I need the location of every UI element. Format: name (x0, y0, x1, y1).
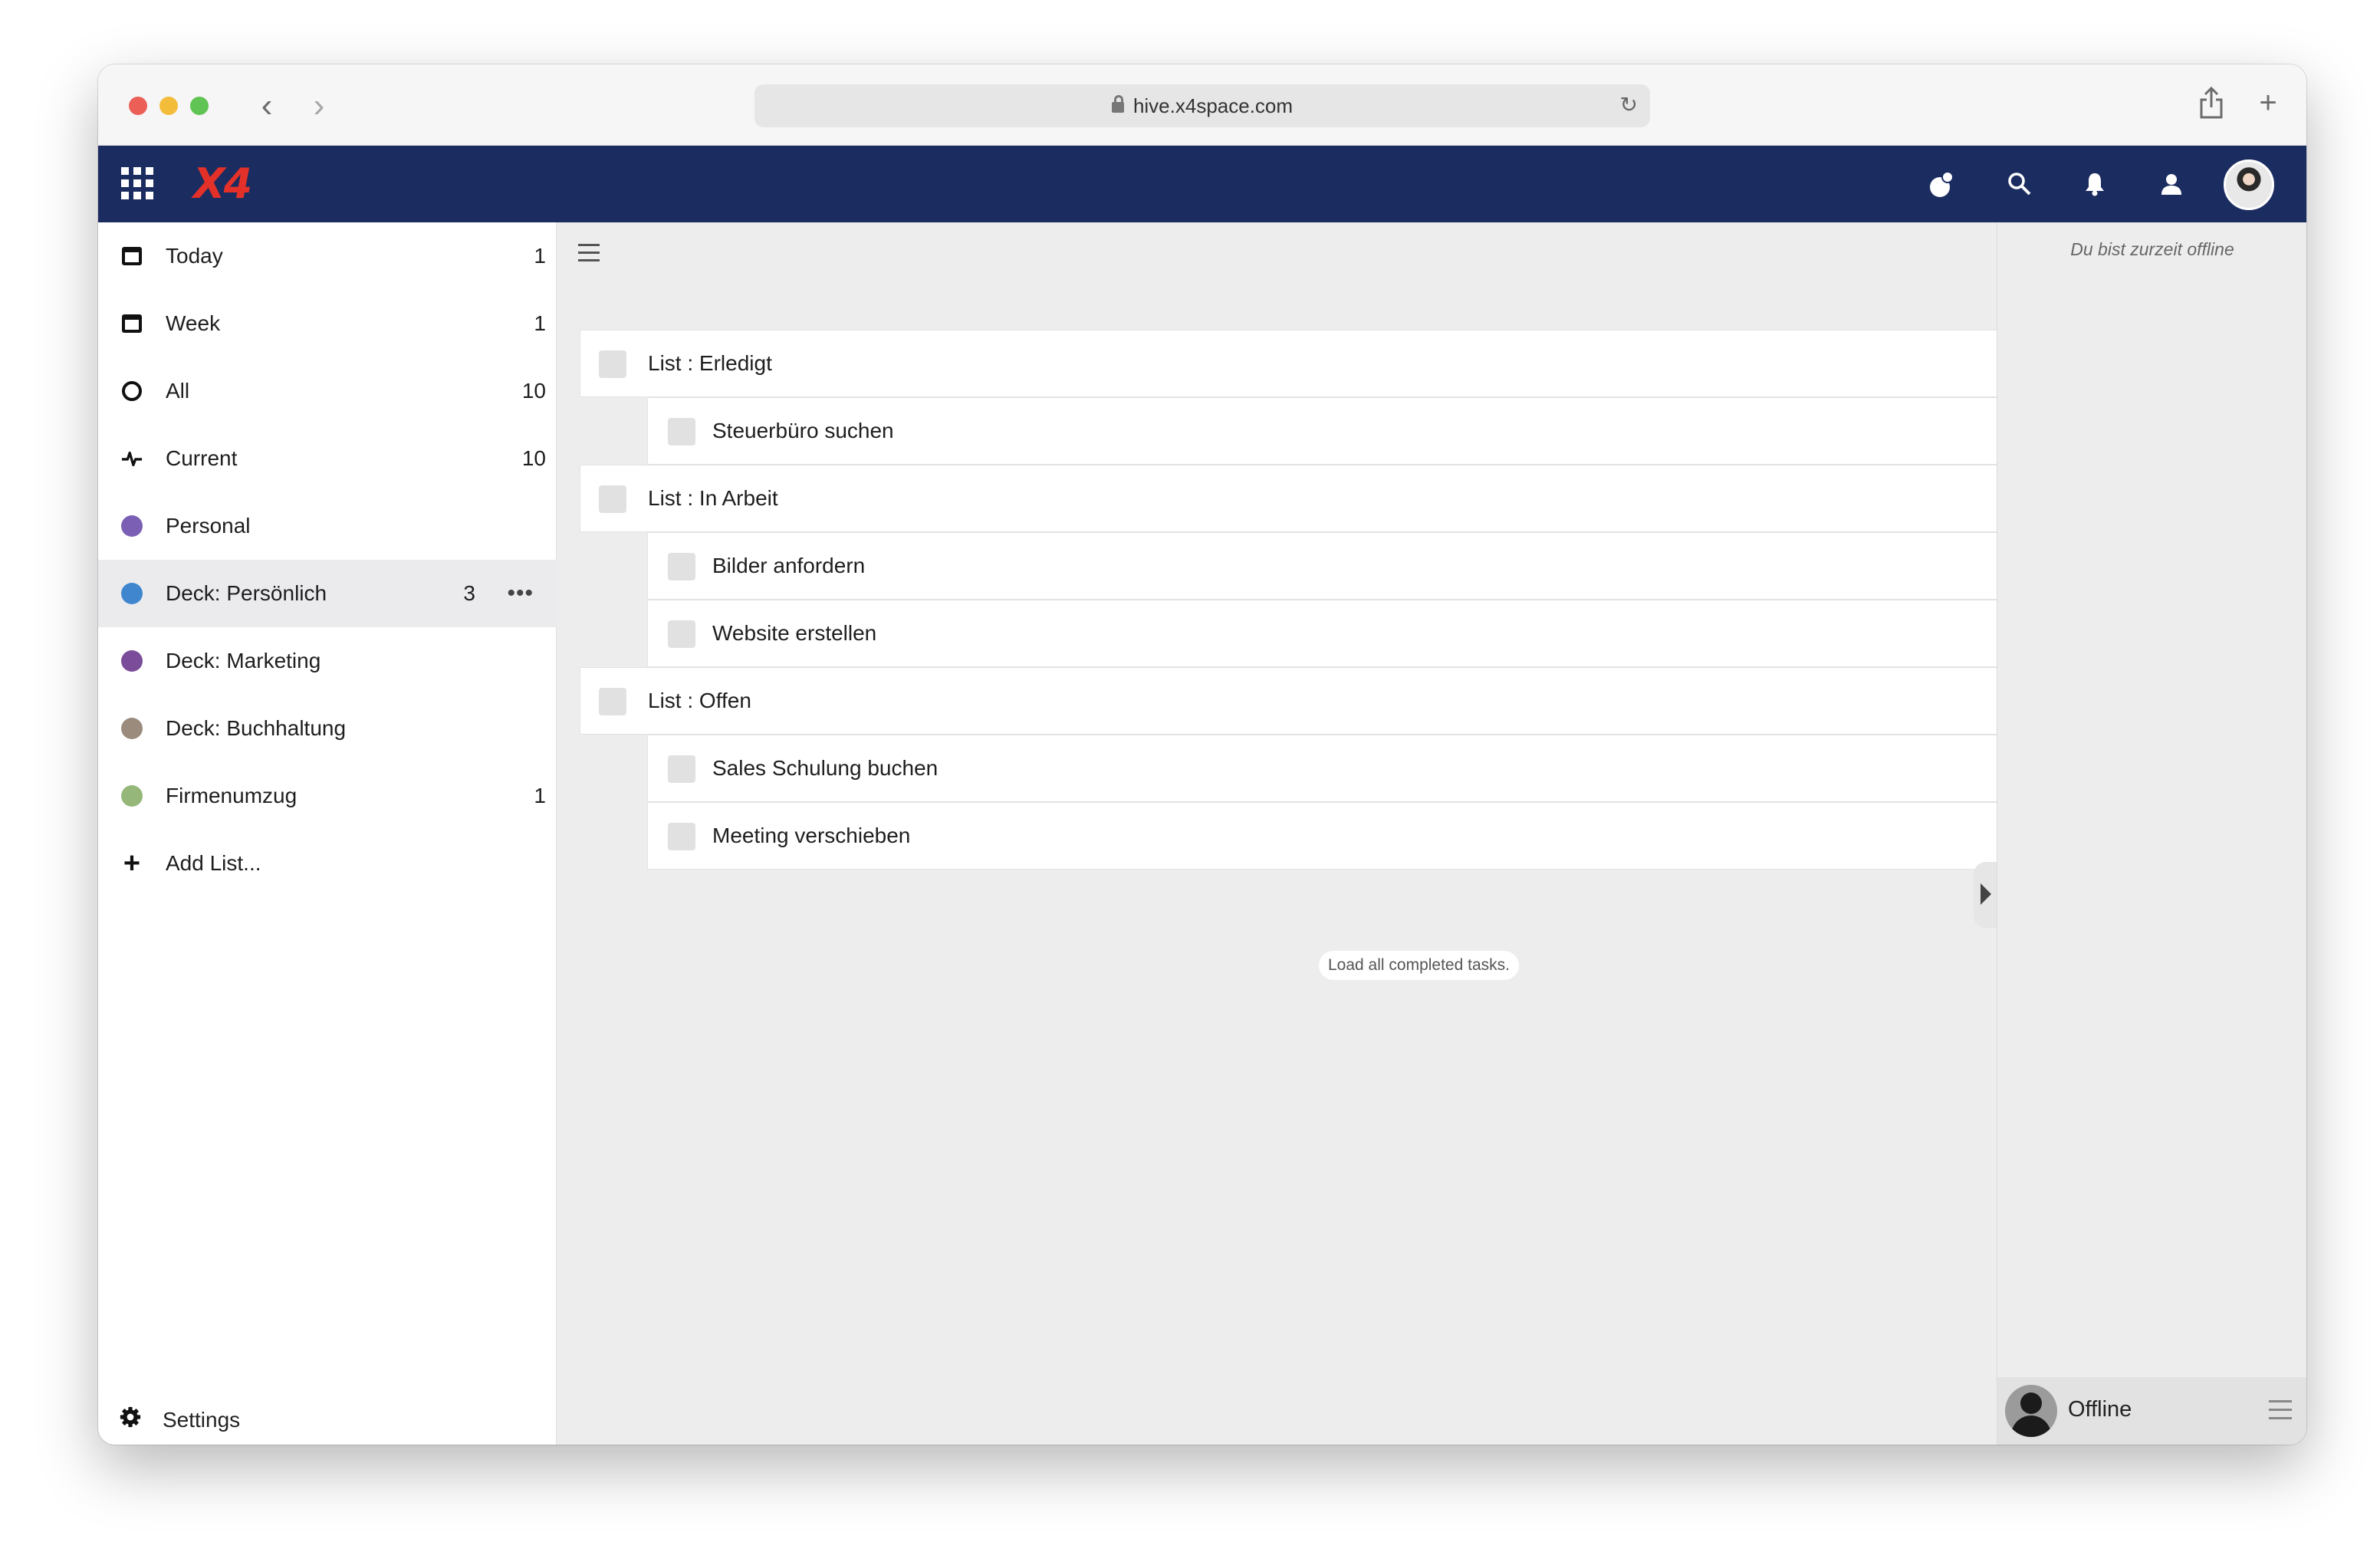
circle-icon (121, 380, 143, 402)
forward-arrow-icon[interactable]: › (304, 86, 334, 126)
calendar-icon (121, 245, 143, 267)
address-bar[interactable]: hive.x4space.com ↻ (754, 84, 1650, 127)
task-title: Steuerbüro suchen (712, 419, 894, 442)
task-row[interactable]: Steuerbüro suchen (647, 397, 1997, 465)
user-status-bar: Offline (1997, 1377, 2306, 1445)
list-header-erledigt[interactable]: List : Erledigt (580, 330, 1997, 397)
sidebar: Today 1 Week 1 All 10 Current 10 Persona… (98, 222, 557, 1445)
color-dot-icon (121, 515, 143, 537)
settings-button[interactable]: Settings (98, 1391, 557, 1445)
back-arrow-icon[interactable]: ‹ (251, 86, 282, 126)
zoom-window-button[interactable] (190, 97, 209, 115)
task-list-area: List : Erledigt Steuerbüro suchen List :… (557, 222, 1997, 1445)
load-completed-tasks-button[interactable]: Load all completed tasks. (1319, 951, 1519, 980)
browser-window: ‹ › hive.x4space.com ↻ + X4 Today 1 Week… (98, 64, 2306, 1445)
sidebar-item-label: Current (166, 446, 238, 470)
sidebar-item-today[interactable]: Today 1 (98, 222, 557, 290)
task-title: Sales Schulung buchen (712, 756, 939, 780)
app-header: X4 (98, 146, 2306, 222)
sidebar-item-count: 10 (521, 446, 546, 470)
sidebar-item-label: Firmenumzug (166, 784, 298, 807)
minimize-window-button[interactable] (159, 97, 178, 115)
color-dot-icon (121, 785, 143, 807)
task-title: Meeting verschieben (712, 824, 911, 847)
sidebar-item-label: Personal (166, 514, 251, 538)
x4-logo[interactable]: X4 (193, 161, 252, 207)
task-checkbox[interactable] (668, 620, 695, 648)
task-checkbox[interactable] (599, 485, 626, 513)
settings-label: Settings (163, 1408, 241, 1432)
task-row[interactable]: Bilder anfordern (647, 532, 1997, 600)
reload-icon[interactable]: ↻ (1620, 92, 1638, 117)
add-list-label: Add List... (166, 851, 261, 875)
lock-icon (1111, 95, 1124, 113)
color-dot-icon (121, 583, 143, 604)
sidebar-item-count: 1 (534, 244, 546, 268)
search-icon[interactable] (2001, 166, 2038, 202)
user-status-text: Offline (2068, 1397, 2132, 1422)
sidebar-item-label: Deck: Marketing (166, 649, 321, 672)
sidebar-item-label: Deck: Persönlich (166, 581, 327, 605)
close-window-button[interactable] (129, 97, 147, 115)
share-icon[interactable] (2193, 83, 2230, 123)
panel-menu-icon[interactable] (2269, 1400, 2292, 1422)
calendar-icon (121, 313, 143, 334)
sidebar-item-label: All (166, 379, 190, 403)
user-avatar[interactable] (2005, 1385, 2057, 1437)
browser-toolbar: ‹ › hive.x4space.com ↻ + (98, 64, 2306, 146)
list-header-offen[interactable]: List : Offen (580, 667, 1997, 735)
sidebar-item-firmenumzug[interactable]: Firmenumzug 1 (98, 762, 557, 830)
user-icon[interactable] (2153, 166, 2190, 202)
sidebar-item-label: Deck: Buchhaltung (166, 716, 347, 740)
task-row[interactable]: Sales Schulung buchen (647, 735, 1997, 802)
contacts-icon[interactable] (1923, 166, 1960, 202)
profile-avatar[interactable] (2224, 159, 2274, 210)
color-dot-icon (121, 650, 143, 672)
sidebar-item-week[interactable]: Week 1 (98, 290, 557, 357)
sidebar-item-count: 1 (534, 311, 546, 335)
task-checkbox[interactable] (599, 350, 626, 378)
sidebar-item-count: 10 (521, 379, 546, 403)
list-title: List : Offen (648, 689, 751, 712)
gear-icon (120, 1406, 141, 1428)
task-title: Website erstellen (712, 621, 877, 645)
expand-details-arrow-icon[interactable] (1974, 862, 1997, 928)
app-grid-icon[interactable] (121, 167, 153, 199)
list-header-in-arbeit[interactable]: List : In Arbeit (580, 465, 1997, 532)
bell-icon[interactable] (2076, 166, 2113, 202)
add-list-button[interactable]: + Add List... (98, 830, 557, 897)
plus-icon: + (123, 847, 141, 880)
sidebar-item-current[interactable]: Current 10 (98, 425, 557, 492)
task-checkbox[interactable] (668, 553, 695, 580)
sidebar-item-count: 1 (534, 784, 546, 807)
sidebar-item-label: Week (166, 311, 221, 335)
offline-notice: Du bist zurzeit offline (2070, 239, 2234, 259)
sidebar-item-count: 3 (463, 581, 475, 605)
sidebar-item-label: Today (166, 244, 223, 268)
task-row[interactable]: Meeting verschieben (647, 802, 1997, 870)
list-title: List : In Arbeit (648, 486, 778, 510)
menu-toggle-icon[interactable] (578, 244, 600, 264)
url-text: hive.x4space.com (1132, 94, 1294, 117)
sidebar-item-personal[interactable]: Personal (98, 492, 557, 560)
more-options-icon[interactable]: ••• (507, 580, 534, 607)
sidebar-item-deck-buchhaltung[interactable]: Deck: Buchhaltung (98, 695, 557, 762)
task-checkbox[interactable] (668, 755, 695, 783)
list-title: List : Erledigt (648, 351, 772, 375)
task-title: Bilder anfordern (712, 554, 866, 577)
pulse-icon (121, 448, 143, 469)
sidebar-item-deck-persoenlich[interactable]: Deck: Persönlich 3 ••• (98, 560, 557, 627)
sidebar-item-all[interactable]: All 10 (98, 357, 557, 425)
color-dot-icon (121, 718, 143, 739)
task-checkbox[interactable] (599, 688, 626, 715)
task-row[interactable]: Website erstellen (647, 600, 1997, 667)
new-tab-icon[interactable]: + (2250, 83, 2286, 123)
sidebar-item-deck-marketing[interactable]: Deck: Marketing (98, 627, 557, 695)
task-checkbox[interactable] (668, 418, 695, 446)
chat-panel: Du bist zurzeit offline Offline (1997, 222, 2306, 1445)
task-checkbox[interactable] (668, 823, 695, 850)
